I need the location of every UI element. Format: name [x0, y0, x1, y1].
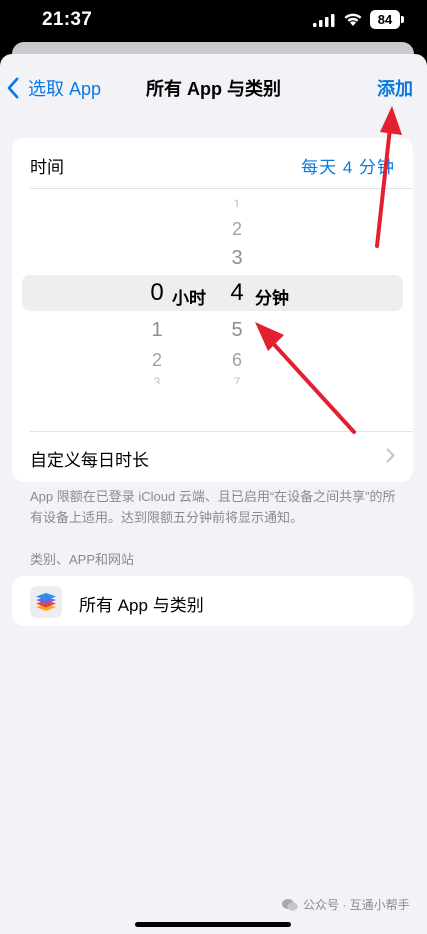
time-picker[interactable]: 0 1 2 3 小时 1 2 3 4 5 6 7 分钟: [12, 189, 413, 431]
chevron-right-icon: [386, 448, 395, 463]
hours-wheel-item: 2: [151, 350, 162, 370]
wifi-icon: [344, 13, 362, 26]
watermark: 公众号 · 互通小帮手: [282, 896, 410, 913]
time-label: 时间: [30, 158, 64, 177]
hours-wheel-item: 3: [153, 375, 161, 384]
battery-level: 84: [370, 10, 400, 29]
minutes-selected: 4: [230, 279, 244, 306]
all-apps-row[interactable]: 所有 App 与类别: [12, 576, 413, 626]
wechat-icon: [282, 898, 298, 911]
hours-unit-label: 小时: [172, 289, 206, 308]
minutes-wheel-item: 3: [231, 247, 243, 269]
time-row[interactable]: 时间 每天 4 分钟: [12, 138, 413, 188]
watermark-text: 公众号 · 互通小帮手: [303, 898, 410, 912]
hours-selected: 0: [150, 279, 164, 306]
time-value: 每天 4 分钟: [301, 158, 395, 177]
cellular-signal-icon: [313, 14, 335, 27]
add-button[interactable]: 添加: [377, 75, 413, 101]
minutes-unit-label: 分钟: [255, 289, 289, 308]
nav-bar: 选取 App 所有 App 与类别 添加: [0, 54, 427, 124]
status-time: 21:37: [42, 9, 93, 30]
time-limit-card: 时间 每天 4 分钟 0 1 2 3 小时 1 2 3 4 5 6 7 分钟 自…: [12, 138, 413, 482]
home-indicator[interactable]: [135, 922, 291, 927]
page-title: 所有 App 与类别: [146, 79, 281, 99]
hours-wheel-item: 1: [151, 319, 163, 341]
section-header: 类别、APP和网站: [30, 552, 135, 567]
picker-selection-highlight: [22, 275, 403, 311]
all-apps-label: 所有 App 与类别: [79, 596, 204, 615]
status-bar: 21:37 84: [0, 0, 427, 44]
custom-daily-duration-label: 自定义每日时长: [30, 451, 149, 470]
minutes-wheel-item: 6: [231, 350, 242, 370]
battery-icon: 84: [370, 10, 404, 29]
limit-footnote: App 限额在已登录 iCloud 云端、且已启用“在设备之间共享”的所有设备上…: [30, 489, 396, 525]
layers-stack-icon: [30, 586, 62, 618]
modal-sheet: 选取 App 所有 App 与类别 添加 时间 每天 4 分钟 0 1 2 3 …: [0, 54, 427, 934]
minutes-wheel-item: 5: [231, 319, 243, 341]
minutes-wheel-item: 7: [233, 375, 241, 384]
minutes-wheel-item: 1: [233, 197, 241, 207]
custom-daily-duration-row[interactable]: 自定义每日时长: [12, 431, 413, 482]
minutes-wheel-item: 2: [231, 219, 242, 239]
